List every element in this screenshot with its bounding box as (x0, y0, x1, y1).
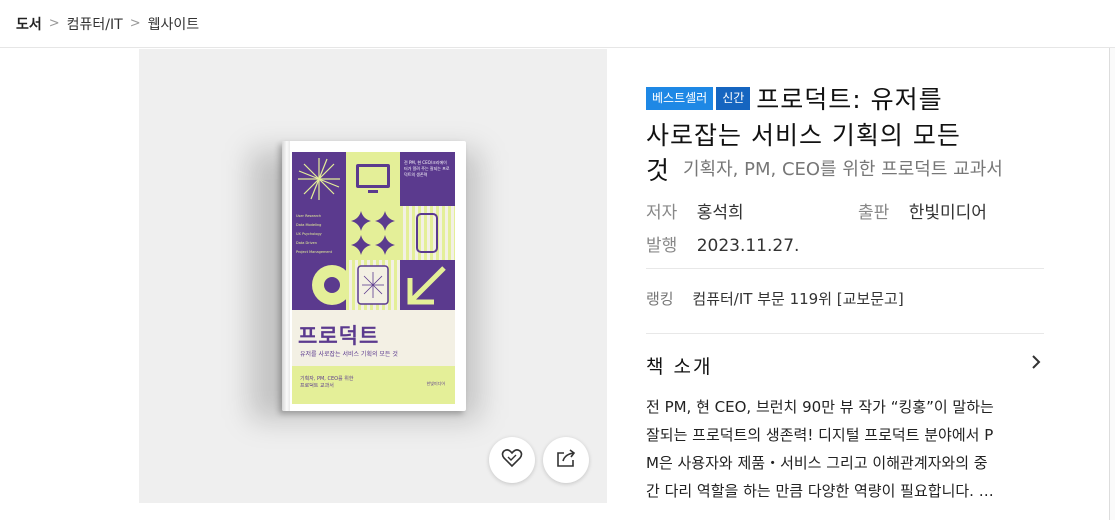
divider (646, 268, 1044, 269)
sunburst-tile (292, 152, 346, 206)
cover-top-text: 전 PM, 현 CEO/크리에이터가 알려 주는 잘되는 프로덕트의 생존력 (404, 160, 450, 177)
breadcrumb: 도서 > 컴퓨터/IT > 웹사이트 (0, 0, 1115, 48)
cover-menu-item: Project Management (296, 250, 333, 254)
sun-card-tile (346, 260, 400, 310)
author-name[interactable]: 홍석희 (697, 203, 744, 223)
cover-top-text-tile: 전 PM, 현 CEO/크리에이터가 알려 주는 잘되는 프로덕트의 생존력 (400, 152, 455, 206)
cover-band: 기획자, PM, CEO를 위한 프로덕트 교과서 한빛미디어 (292, 366, 455, 404)
cover-title: 프로덕트 (298, 324, 380, 348)
chevron-right-icon: > (48, 16, 60, 31)
book-intro-text: 전 PM, 현 CEO, 브런치 90만 뷰 작가 “킹홍”이 말하는 잘되는 … (646, 393, 1046, 505)
bestseller-badge: 베스트셀러 (646, 87, 714, 110)
date-label: 발행 (646, 236, 678, 256)
scrollbar[interactable] (1109, 48, 1115, 520)
publisher-name[interactable]: 한빛미디어 (909, 203, 987, 223)
breadcrumb-item-computer[interactable]: 컴퓨터/IT (67, 14, 123, 34)
arrow-tile (400, 260, 455, 310)
monitor-tile (346, 152, 400, 206)
book-title: 베스트셀러 신간 프로덕트: 유저를 (646, 82, 1046, 118)
publish-date: 2023.11.27. (696, 236, 800, 256)
new-badge: 신간 (716, 87, 751, 110)
cover-menu-item: UX Psychology (296, 232, 322, 236)
sparkle-tile (346, 206, 400, 260)
book-cover[interactable]: 전 PM, 현 CEO/크리에이터가 알려 주는 잘되는 프로덕트의 생존력 U… (282, 141, 466, 411)
ranking-value[interactable]: 컴퓨터/IT 부문 119위 [교보문고] (692, 290, 903, 308)
book-title-line2: 사로잡는 서비스 기획의 모든 (646, 121, 961, 150)
cover-publisher: 한빛미디어 (426, 381, 445, 386)
cover-band-line: 프로덕트 교과서 (300, 383, 334, 389)
divider (646, 333, 1044, 334)
date-row: 발행 2023.11.27. (646, 231, 799, 256)
book-spine (282, 141, 290, 411)
intro-line: 간 다리 역할을 하는 만큼 다양한 역량이 필요합니다. … (646, 482, 994, 500)
author-label: 저자 (646, 203, 678, 223)
book-subtitle: 기획자, PM, CEO를 위한 프로덕트 교과서 (683, 159, 1003, 180)
intro-line: M은 사용자와 제품・서비스 그리고 이해관계자와의 중 (646, 454, 988, 472)
cover-menu-item: Data Modeling (296, 223, 322, 227)
book-title-line3: 것 (646, 156, 670, 185)
chevron-right-icon: > (129, 16, 141, 31)
intro-line: 잘되는 프로덕트의 생존력! 디지털 프로덕트 분야에서 P (646, 426, 994, 444)
phone-tile (400, 206, 455, 260)
publisher-row: 출판 한빛미디어 (858, 198, 987, 223)
ranking-row: 랭킹 컴퓨터/IT 부문 119위 [교보문고] (646, 288, 904, 309)
chevron-right-icon (1030, 354, 1042, 375)
breadcrumb-item-web[interactable]: 웹사이트 (148, 14, 200, 34)
book-intro-heading: 책 소개 (646, 356, 713, 378)
intro-line: 전 PM, 현 CEO, 브런치 90만 뷰 작가 “킹홍”이 말하는 (646, 398, 994, 416)
cover-menu-tile: User Research Data Modeling UX Psycholog… (292, 206, 346, 260)
cover-band-line: 기획자, PM, CEO를 위한 (300, 376, 354, 382)
share-icon (555, 448, 577, 472)
publisher-label: 출판 (858, 203, 890, 223)
share-button[interactable] (543, 437, 589, 483)
author-row: 저자 홍석희 (646, 198, 744, 223)
heart-icon (501, 448, 523, 472)
ranking-label: 랭킹 (646, 290, 674, 308)
book-title-line1: 프로덕트: 유저를 (756, 85, 943, 114)
breadcrumb-item-book[interactable]: 도서 (16, 14, 42, 34)
book-intro-header[interactable]: 책 소개 (646, 352, 1044, 379)
cover-menu-item: Data Driven (296, 241, 318, 245)
cover-art: 전 PM, 현 CEO/크리에이터가 알려 주는 잘되는 프로덕트의 생존력 U… (292, 152, 455, 404)
like-button[interactable] (489, 437, 535, 483)
half-circle-tile (292, 260, 352, 310)
book-info: 베스트셀러 신간 프로덕트: 유저를 사로잡는 서비스 기획의 모든 것 기획자, … (646, 82, 1046, 185)
cover-menu-item: User Research (296, 214, 322, 218)
cover-band-text: 기획자, PM, CEO를 위한 프로덕트 교과서 (300, 376, 353, 390)
cover-subtitle: 유저를 사로잡는 서비스 기획의 모든 것 (300, 351, 398, 358)
